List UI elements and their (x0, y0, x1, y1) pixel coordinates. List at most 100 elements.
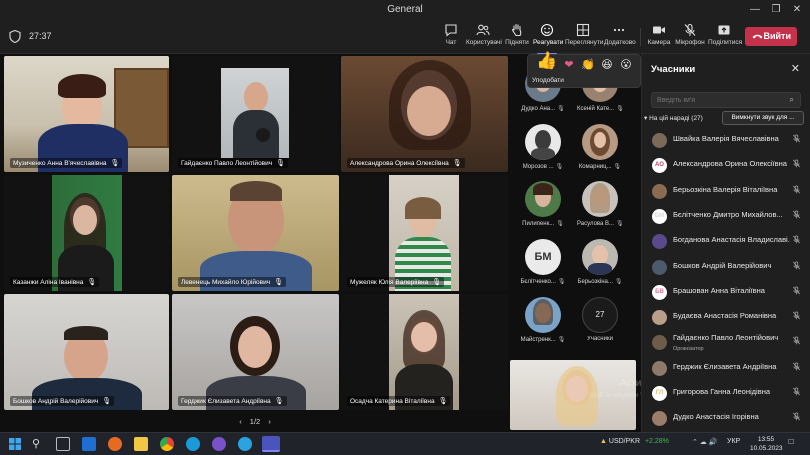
mic-off-icon (792, 387, 801, 398)
avatar: ГЛ (652, 386, 667, 401)
edge-icon[interactable] (186, 437, 200, 451)
participant-row[interactable]: Берьозкіна Валерія Віталіївна (642, 180, 810, 205)
video-tile[interactable]: Казанжи Аліна Іванівна 🎙 (4, 175, 169, 291)
avatar: АО (652, 158, 667, 174)
raise-hand-button[interactable]: Підняти (505, 23, 529, 53)
laugh-icon[interactable]: 😆 (600, 58, 614, 72)
prev-page-icon[interactable]: ‹ (239, 417, 242, 426)
participants-section-header[interactable]: ▾ На цій нараді (27) (644, 114, 703, 122)
leave-button[interactable]: Вийти (745, 27, 797, 46)
next-page-icon[interactable]: › (268, 417, 271, 426)
mic-button[interactable]: Мікрофон (675, 23, 705, 53)
participant-name: Брашован Анна Віталіївна (673, 285, 765, 295)
viber-icon[interactable] (212, 437, 226, 451)
people-button[interactable]: Користувачі (466, 23, 502, 53)
participant-name: Дудко Анастасія Ігорівна (673, 412, 759, 422)
phone-hangup-icon (752, 34, 763, 39)
participant-thumb[interactable]: Морозов ... 🎙 (520, 124, 566, 170)
title-bar: General — ❐ ✕ (0, 0, 810, 20)
video-tile[interactable]: Герджик Єлизавета Андріївна 🎙 (172, 294, 339, 410)
chat-icon (445, 24, 457, 37)
mic-off-icon: 🎙 (87, 279, 97, 286)
participant-search-input[interactable] (651, 92, 801, 108)
chat-button[interactable]: Чат (440, 23, 462, 53)
surprised-icon[interactable]: 😮 (619, 58, 633, 72)
video-tile[interactable]: Мужеляк Юлія Валеріївна 🎙 (341, 175, 508, 291)
avatar: БВ (652, 284, 667, 300)
close-panel-icon[interactable]: ✕ (791, 62, 800, 75)
maximize-icon[interactable]: ❐ (765, 2, 787, 18)
participant-row[interactable]: БВ Брашован Анна Віталіївна (642, 281, 810, 306)
avatar (652, 360, 667, 376)
participant-thumb[interactable]: БМ Бєлітченко... 🎙 (520, 239, 566, 285)
view-button[interactable]: Переглянути (565, 23, 604, 53)
reaction-tooltip: Уподобати (532, 77, 564, 84)
participant-name: Левенець Михайло Юрійович (181, 279, 271, 286)
tray-icons[interactable]: ⌃ ☁ 🔊 (692, 438, 717, 446)
participant-row[interactable]: Гайдаєнко Павло Леонтійович Організатор (642, 331, 810, 356)
participant-thumb[interactable]: Пилипенк... 🎙 (520, 181, 566, 227)
participant-row[interactable]: АО Александрова Орина Олексіївна (642, 154, 810, 179)
participant-row[interactable]: Герджик Єлизавета Андріївна (642, 357, 810, 382)
stock-ticker[interactable]: ▲ USD/PKR +2.28% (600, 438, 669, 445)
file-explorer-icon[interactable] (134, 437, 148, 451)
meeting-timer: 27:37 (29, 31, 52, 41)
avatar (652, 411, 667, 427)
mic-off-icon: 🎙 (557, 106, 565, 112)
mute-all-button[interactable]: Вимкнути звук для ... (722, 111, 804, 125)
chevron-down-icon: ▾ (644, 115, 648, 122)
meeting-toolbar: 27:37 Чат Користувачі Підняти Реагувати … (0, 20, 810, 55)
telegram-icon[interactable] (238, 437, 252, 451)
close-window-icon[interactable]: ✕ (786, 2, 808, 18)
avatar: БМ (652, 208, 667, 224)
mic-off-icon: 🎙 (613, 164, 622, 170)
mic-off-icon: 🎙 (432, 279, 442, 286)
participant-row[interactable]: Дудко Анастасія Ігорівна (642, 407, 810, 432)
participant-thumb[interactable]: Комарниц... 🎙 (577, 124, 623, 170)
participant-row[interactable]: Швайка Валерія Вячеславівна (642, 129, 810, 154)
notifications-icon[interactable]: ☐ (788, 438, 794, 446)
task-view-icon[interactable] (56, 437, 70, 451)
heart-icon[interactable]: ❤ (562, 58, 576, 72)
video-tile[interactable]: Бошков Андрій Валерійович 🎙 (4, 294, 169, 410)
share-icon (718, 25, 730, 35)
participant-thumb[interactable]: Берьозкіна... 🎙 (577, 239, 623, 285)
video-tile[interactable]: Музиченко Анна В'ячеславівна 🎙 (4, 56, 169, 172)
language-indicator[interactable]: УКР (727, 438, 740, 445)
participant-name: Казанжи Аліна Іванівна (13, 279, 84, 286)
widgets-icon[interactable] (82, 437, 96, 451)
camera-icon (653, 26, 665, 34)
clock[interactable]: 13:55 10.05.2023 (750, 435, 783, 453)
chrome-icon[interactable] (160, 437, 174, 451)
video-tile[interactable]: Левенець Михайло Юрійович 🎙 (172, 175, 339, 291)
participant-name: Осадча Катерина Віталіївна (350, 398, 435, 405)
video-tile[interactable]: Осадча Катерина Віталіївна 🎙 (341, 294, 508, 410)
participant-row[interactable]: БМ Бєлітченко Дмитро Михайлов... (642, 205, 810, 230)
participant-row[interactable]: Будаєва Анастасія Романівна (642, 306, 810, 331)
participant-row[interactable]: ГЛ Григорова Ганна Леонідівна (642, 382, 810, 407)
clap-icon[interactable]: 👏 (581, 58, 595, 72)
participant-name: Александрова Орина Олексіївна (350, 160, 449, 167)
firefox-icon[interactable] (108, 437, 122, 451)
minimize-icon[interactable]: — (744, 2, 766, 18)
react-button[interactable]: Реагувати (533, 23, 563, 55)
taskbar: ⚲ ▲ USD/PKR +2.28% ⌃ ☁ 🔊 УКР 13:55 10.05… (0, 432, 810, 455)
windows-start-icon[interactable] (8, 437, 22, 451)
participant-name: Бошков Андрій Валерійович (13, 398, 99, 405)
participants-overflow-button[interactable]: 27 Учасники (577, 297, 623, 342)
share-button[interactable]: Поділитися (708, 23, 742, 53)
more-button[interactable]: Додатково (604, 23, 636, 53)
mic-off-icon (792, 185, 801, 196)
search-icon[interactable]: ⚲ (32, 437, 46, 451)
teams-icon[interactable] (262, 436, 280, 452)
participant-thumb[interactable]: Майстренк... 🎙 (520, 297, 566, 343)
video-tile[interactable]: Гайдаєнко Павло Леонтійович 🎙 (172, 56, 339, 172)
camera-button[interactable]: Камера (647, 23, 671, 53)
video-tile[interactable]: Александрова Орина Олексіївна 🎙 (341, 56, 508, 172)
mic-off-icon (792, 311, 801, 322)
participant-row[interactable]: Бошков Андрій Валерійович (642, 256, 810, 281)
mic-off-icon (792, 159, 801, 170)
participant-row[interactable]: Богданова Анастасія Владиславі... (642, 230, 810, 255)
thumbs-up-icon[interactable]: 👍 (536, 52, 557, 72)
participant-thumb[interactable]: Расулова В... 🎙 (577, 181, 623, 227)
